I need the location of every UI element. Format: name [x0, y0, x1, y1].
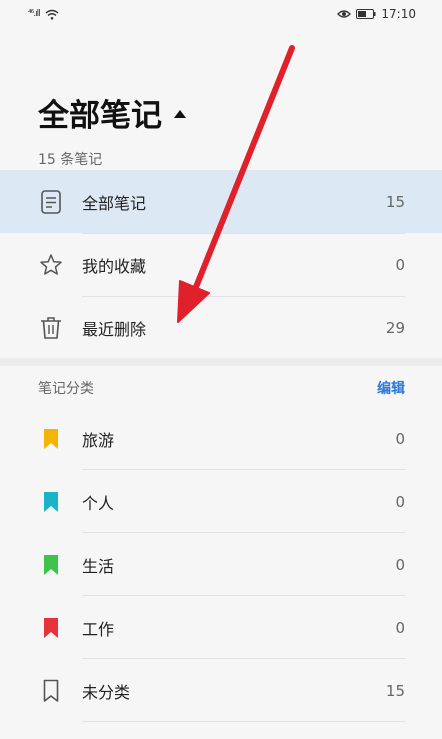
clock: 17:10 — [381, 7, 416, 21]
category-item-uncategorized[interactable]: 未分类 15 — [0, 659, 442, 722]
teal-bookmark-icon — [38, 489, 64, 515]
category-label: 生活 — [82, 556, 115, 576]
folder-label: 最近删除 — [82, 319, 147, 339]
folder-count: 29 — [385, 318, 405, 337]
category-label: 旅游 — [82, 430, 115, 450]
edit-categories-button[interactable]: 编辑 — [377, 378, 405, 398]
divider — [82, 233, 405, 234]
categories-header: 笔记分类 编辑 — [38, 378, 405, 398]
caret-up-icon — [174, 109, 186, 118]
folder-count: 15 — [385, 192, 405, 211]
category-label: 个人 — [82, 493, 115, 513]
status-bar: ⁴⁶.ıll 17:10 — [0, 0, 442, 28]
category-count: 0 — [395, 429, 405, 448]
category-count: 0 — [395, 492, 405, 511]
category-item-life[interactable]: 生活 0 — [0, 533, 442, 596]
eye-icon — [337, 10, 352, 18]
notes-count: 15 条笔记 — [38, 152, 103, 168]
star-icon — [38, 252, 64, 278]
notes-header: 全部笔记 15 条笔记 — [38, 90, 186, 169]
category-count: 15 — [385, 681, 405, 700]
signal-icon: ⁴⁶.ıll — [28, 9, 41, 19]
folder-count: 0 — [395, 255, 405, 274]
folder-item-recently-deleted[interactable]: 最近删除 29 — [0, 296, 442, 359]
page-title: 全部笔记 — [38, 98, 162, 134]
folder-switcher[interactable]: 全部笔记 — [38, 90, 186, 135]
category-count: 0 — [395, 618, 405, 637]
folder-label: 全部笔记 — [82, 193, 147, 213]
folder-item-all-notes[interactable]: 全部笔记 15 — [0, 170, 442, 233]
yellow-bookmark-icon — [38, 426, 64, 452]
category-item-personal[interactable]: 个人 0 — [0, 470, 442, 533]
green-bookmark-icon — [38, 552, 64, 578]
divider — [82, 296, 405, 297]
battery-icon — [356, 9, 376, 19]
note-icon — [38, 189, 64, 215]
folder-item-favorites[interactable]: 我的收藏 0 — [0, 233, 442, 296]
red-bookmark-icon — [38, 615, 64, 641]
wifi-icon — [45, 9, 59, 20]
folder-label: 我的收藏 — [82, 256, 147, 276]
section-divider — [0, 358, 442, 366]
outline-bookmark-icon — [38, 678, 64, 704]
category-count: 0 — [395, 555, 405, 574]
categories-title: 笔记分类 — [38, 381, 94, 397]
category-label: 未分类 — [82, 682, 131, 702]
divider — [82, 721, 405, 722]
trash-icon — [38, 315, 64, 341]
category-label: 工作 — [82, 619, 115, 639]
category-item-work[interactable]: 工作 0 — [0, 596, 442, 659]
category-item-travel[interactable]: 旅游 0 — [0, 407, 442, 470]
